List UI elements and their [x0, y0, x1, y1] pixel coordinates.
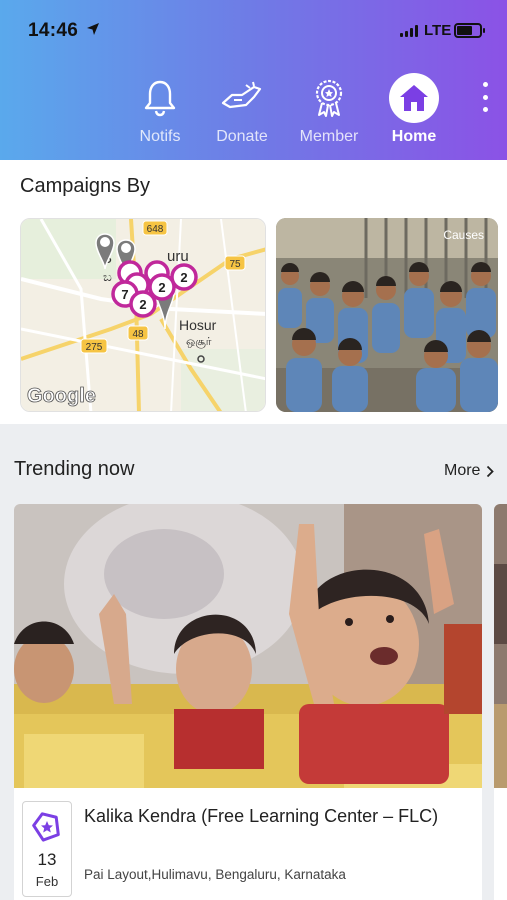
more-label: More — [444, 462, 481, 479]
trending-title: Trending now — [14, 458, 135, 480]
event-month: Feb — [35, 874, 59, 889]
bell-icon — [144, 80, 176, 117]
status-time: 14:46 — [28, 20, 79, 41]
top-nav: Notifs Donate Member Home — [0, 70, 507, 160]
campaign-map[interactable]: 648 75 275 48 B uru ಬ Hosur ஒசூர் — [20, 218, 266, 412]
member-badge-icon — [315, 79, 343, 117]
home-icon — [400, 85, 428, 111]
status-bar: 14:46 LTE — [0, 0, 507, 60]
causes-photo — [276, 218, 498, 412]
road-number: 275 — [86, 342, 103, 353]
more-options-button[interactable] — [478, 82, 492, 112]
map-cluster-marker: 2 — [129, 290, 157, 318]
campaign-location: Pai Layout,Hulimavu, Bengaluru, Karnatak… — [84, 867, 346, 882]
map-image: 648 75 275 48 B uru ಬ Hosur ஒசூர் — [21, 219, 265, 411]
cluster-count: 2 — [180, 270, 187, 285]
location-arrow-icon — [87, 23, 99, 35]
network-type: LTE — [424, 22, 452, 39]
campaigns-section: Campaigns By 648 75 275 48 B uru ಬ Hosur… — [0, 160, 507, 424]
cluster-count: 2 — [158, 280, 165, 295]
road-shield-275: 275 — [80, 338, 108, 354]
chevron-right-icon — [487, 465, 495, 477]
campaign-title: Kalika Kendra (Free Learning Center – FL… — [84, 806, 439, 826]
trending-card[interactable]: 13 Feb Kalika Kendra (Free Learning Cent… — [14, 504, 482, 900]
event-date-box: 13 Feb — [22, 801, 72, 897]
nav-item-home[interactable]: Home — [374, 70, 454, 146]
map-city-label: uru — [167, 248, 189, 265]
road-number: 648 — [147, 224, 164, 235]
event-day: 13 — [37, 850, 57, 869]
nav-label: Donate — [216, 128, 268, 145]
map-city-label-local: ಬ — [103, 269, 112, 284]
nav-label: Notifs — [139, 128, 181, 145]
trending-card-photo — [14, 504, 482, 788]
battery-icon — [454, 23, 485, 38]
trending-card-next[interactable] — [494, 504, 507, 900]
causes-card[interactable]: Causes — [276, 218, 498, 412]
nav-item-member[interactable]: Member — [289, 70, 369, 146]
app-header: 14:46 LTE Notifs Donate Member Home — [0, 0, 507, 160]
road-shield-48: 48 — [127, 325, 149, 341]
road-number: 48 — [132, 329, 144, 340]
signal-strength-icon — [400, 25, 418, 37]
google-logo: Google — [27, 385, 96, 407]
nav-label: Member — [299, 128, 359, 145]
nav-item-donate[interactable]: Donate — [202, 70, 282, 146]
home-button-circle — [389, 73, 439, 123]
road-shield-648: 648 — [142, 220, 168, 236]
map-town-label: Hosur — [179, 317, 217, 333]
map-town-label-local: ஒசூர் — [186, 336, 212, 349]
more-vertical-icon — [482, 82, 488, 87]
campaigns-title: Campaigns By — [20, 175, 151, 197]
cluster-count: 7 — [121, 287, 128, 302]
org-logo-icon — [32, 812, 60, 842]
donate-hand-icon — [221, 81, 262, 109]
nav-item-notifs[interactable]: Notifs — [120, 70, 200, 146]
road-number: 75 — [229, 259, 241, 270]
road-shield-75: 75 — [224, 255, 246, 271]
cluster-count: 2 — [139, 297, 146, 312]
children-photo — [14, 504, 482, 788]
nav-label: Home — [391, 128, 437, 145]
causes-caption: Causes — [443, 228, 484, 242]
trending-more-link[interactable]: More — [444, 462, 495, 480]
next-card-photo — [494, 504, 507, 788]
